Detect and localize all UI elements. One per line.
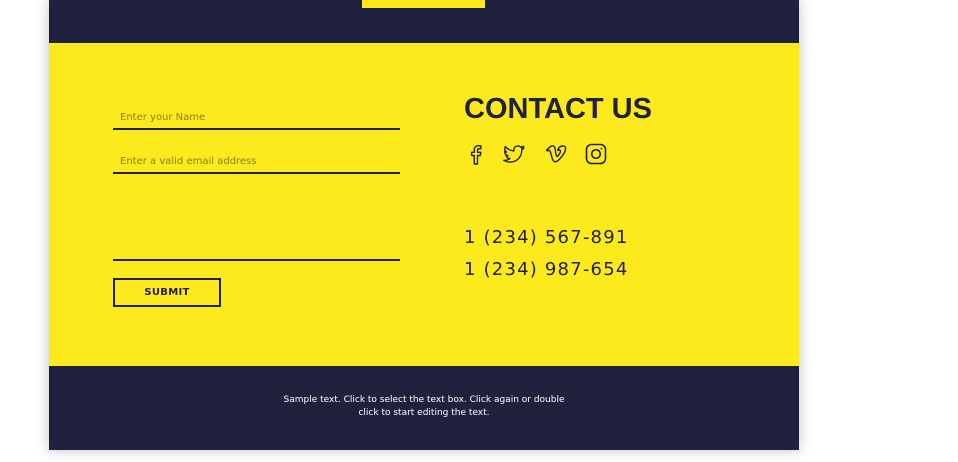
footer-text[interactable]: Sample text. Click to select the text bo… — [199, 394, 649, 420]
message-textarea[interactable] — [113, 195, 400, 259]
twitter-icon[interactable] — [502, 142, 526, 166]
email-field — [113, 150, 400, 174]
submit-button[interactable]: SUBMIT — [113, 278, 221, 307]
footer: Sample text. Click to select the text bo… — [49, 366, 799, 450]
facebook-icon[interactable] — [464, 142, 488, 166]
name-input[interactable] — [113, 106, 400, 128]
page: SUBMIT CONTACT US — [49, 0, 799, 450]
vimeo-icon[interactable] — [544, 142, 568, 166]
email-input[interactable] — [113, 150, 400, 172]
footer-text-line: Sample text. Click to select the text bo… — [283, 395, 565, 405]
footer-text-line: click to start editing the text. — [358, 408, 490, 418]
message-field — [113, 195, 400, 261]
top-button[interactable] — [362, 0, 485, 8]
phone-number: 1 (234) 567-891 — [464, 227, 629, 248]
instagram-icon[interactable] — [584, 142, 608, 166]
top-section — [49, 0, 799, 43]
contact-section: SUBMIT CONTACT US — [49, 43, 799, 366]
name-field — [113, 106, 400, 130]
phone-number: 1 (234) 987-654 — [464, 259, 629, 280]
contact-title: CONTACT US — [464, 93, 652, 125]
